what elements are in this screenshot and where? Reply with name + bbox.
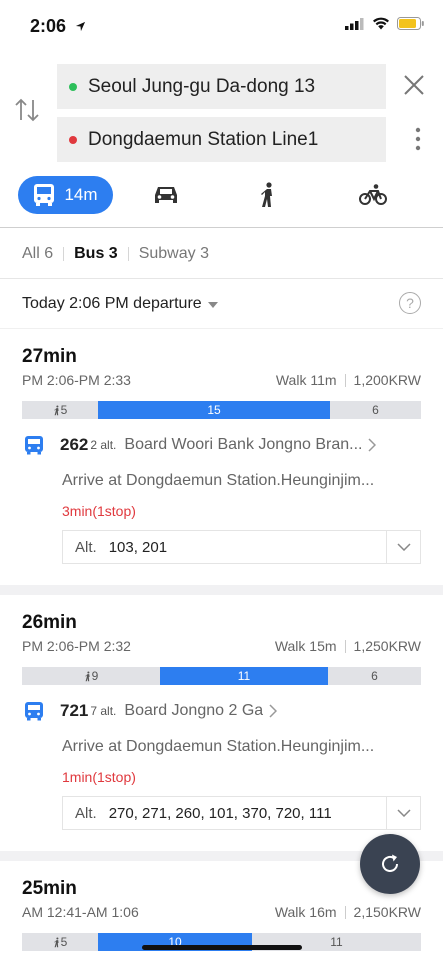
- route-walk: Walk 15m: [274, 638, 337, 654]
- status-time: 2:06: [30, 16, 67, 36]
- bike-icon: [359, 184, 387, 205]
- alt-label: Alt.: [75, 538, 97, 556]
- route-walk: Walk 11m: [275, 372, 337, 388]
- bus-icon: [34, 184, 55, 206]
- help-icon[interactable]: ?: [399, 292, 421, 314]
- departure-time-selector[interactable]: Today 2:06 PM departure: [0, 279, 443, 329]
- arrive-stop: Arrive at Dongdaemun Station.Heunginjim.…: [62, 472, 375, 489]
- meta-separator: [344, 639, 346, 653]
- alternative-buses-dropdown[interactable]: Alt. 270, 271, 260, 101, 370, 720, 111: [62, 796, 421, 830]
- remaining-segment: 6: [328, 667, 421, 685]
- arrival-eta: 1min(1stop): [62, 769, 136, 785]
- route-timeline-bar: 5 15 6: [22, 401, 421, 419]
- tab-car[interactable]: [153, 184, 179, 211]
- ride-segment: 11: [160, 667, 328, 685]
- meta-separator: [344, 373, 346, 387]
- route-duration: 27min: [22, 346, 77, 367]
- travel-mode-tabs: 14m: [0, 170, 443, 228]
- origin-field[interactable]: Seoul Jung-gu Da-dong 13: [57, 64, 386, 109]
- close-icon[interactable]: [403, 74, 425, 101]
- route-filter-tabs: All 6 Bus 3 Subway 3: [0, 229, 443, 279]
- route-meta: Walk 16m 2,150KRW: [275, 904, 421, 920]
- bus-line-row[interactable]: 721 7 alt. Board Jongno 2 Ga: [24, 701, 424, 721]
- card-divider: [0, 585, 443, 595]
- car-icon: [155, 187, 177, 203]
- destination-dot: [69, 135, 77, 144]
- alt-buses: 270, 271, 260, 101, 370, 720, 111: [108, 804, 332, 822]
- route-card[interactable]: 26min PM 2:06-PM 2:32 Walk 15m 1,250KRW …: [0, 612, 443, 842]
- route-meta: Walk 11m 1,200KRW: [276, 372, 421, 388]
- departure-label: Today 2:06 PM departure: [22, 294, 202, 312]
- swap-route-icon[interactable]: [14, 96, 40, 129]
- refresh-button[interactable]: [360, 834, 420, 894]
- filter-all[interactable]: All 6: [22, 245, 53, 263]
- route-timespan: PM 2:06-PM 2:33: [22, 372, 131, 388]
- tab-bike[interactable]: [359, 184, 387, 211]
- alt-buses: 103, 201: [108, 538, 168, 556]
- ride-segment: 15: [98, 401, 330, 419]
- location-arrow-icon: [75, 19, 86, 37]
- walk-small-icon: [84, 670, 90, 681]
- filter-bus[interactable]: Bus 3: [74, 245, 118, 263]
- route-timeline-bar: 9 11 6: [22, 667, 421, 685]
- bus-icon: [25, 436, 43, 455]
- destination-field[interactable]: Dongdaemun Station Line1: [57, 117, 386, 162]
- walk-segment-minutes: 5: [60, 935, 68, 949]
- caret-down-icon: [207, 295, 218, 313]
- board-stop: Board Jongno 2 Ga: [124, 702, 264, 719]
- signal-icon: [345, 17, 364, 30]
- walk-small-icon: [53, 936, 59, 947]
- home-indicator: [142, 945, 302, 950]
- board-stop: Board Woori Bank Jongno Bran...: [124, 436, 363, 453]
- tab-walk[interactable]: [258, 182, 278, 213]
- walk-icon: [261, 182, 272, 207]
- chevron-right-icon: [269, 704, 278, 718]
- bus-line-row[interactable]: 262 2 alt. Board Woori Bank Jongno Bran.…: [24, 435, 424, 455]
- bus-number: 262: [60, 435, 89, 454]
- filter-separator: [127, 246, 129, 261]
- walk-segment: 9: [22, 667, 160, 685]
- alternative-buses-dropdown[interactable]: Alt. 103, 201: [62, 530, 421, 564]
- tab-bus[interactable]: 14m: [18, 176, 113, 214]
- chevron-down-icon[interactable]: [386, 531, 420, 563]
- battery-icon: [397, 17, 424, 30]
- alt-count: 2 alt.: [90, 438, 117, 452]
- status-icons: [345, 17, 425, 30]
- chevron-right-icon: [368, 438, 377, 452]
- chevron-down-icon[interactable]: [386, 797, 420, 829]
- walk-segment-minutes: 9: [91, 669, 99, 683]
- route-meta: Walk 15m 1,250KRW: [275, 638, 421, 654]
- destination-text: Dongdaemun Station Line1: [88, 128, 319, 150]
- wifi-icon: [373, 17, 389, 30]
- walk-small-icon: [53, 404, 59, 415]
- bus-icon: [25, 702, 43, 721]
- route-card[interactable]: 27min PM 2:06-PM 2:33 Walk 11m 1,200KRW …: [0, 346, 443, 576]
- bus-number: 721: [60, 701, 89, 720]
- route-duration: 26min: [22, 612, 77, 633]
- route-timespan: AM 12:41-AM 1:06: [22, 904, 139, 920]
- walk-segment: 5: [22, 933, 98, 951]
- route-fare: 1,250KRW: [353, 638, 421, 654]
- route-fare: 2,150KRW: [353, 904, 421, 920]
- refresh-icon: [382, 854, 398, 872]
- origin-text: Seoul Jung-gu Da-dong 13: [88, 75, 316, 97]
- route-duration: 25min: [22, 878, 77, 899]
- remaining-segment: 6: [330, 401, 421, 419]
- filter-separator: [63, 246, 65, 261]
- arrive-stop: Arrive at Dongdaemun Station.Heunginjim.…: [62, 738, 375, 755]
- route-walk: Walk 16m: [274, 904, 337, 920]
- filter-subway[interactable]: Subway 3: [139, 245, 209, 263]
- arrival-eta: 3min(1stop): [62, 503, 136, 519]
- route-timespan: PM 2:06-PM 2:32: [22, 638, 131, 654]
- more-options-icon[interactable]: [415, 127, 421, 156]
- origin-dot: [69, 82, 77, 91]
- bus-duration: 14m: [64, 185, 98, 204]
- walk-segment: 5: [22, 401, 98, 419]
- walk-segment-minutes: 5: [60, 403, 68, 417]
- alt-label: Alt.: [75, 804, 97, 822]
- route-fare: 1,200KRW: [353, 372, 421, 388]
- status-bar: 2:06: [0, 0, 443, 50]
- alt-count: 7 alt.: [90, 704, 117, 718]
- meta-separator: [344, 905, 346, 919]
